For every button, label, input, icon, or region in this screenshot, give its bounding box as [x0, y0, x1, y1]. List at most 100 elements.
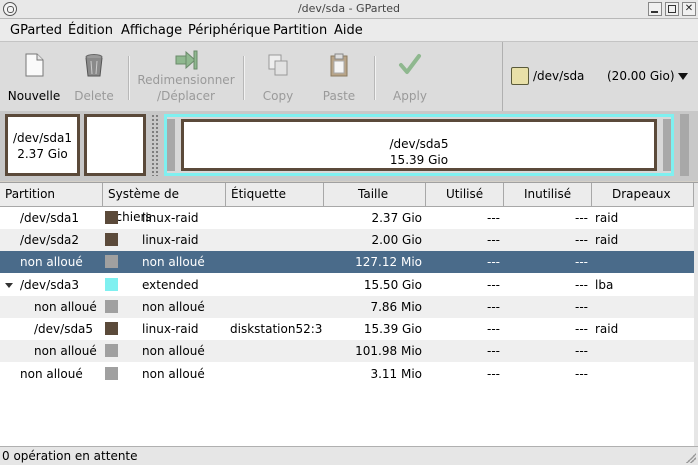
diskmap-unallocated[interactable] [151, 114, 159, 176]
cell-unused: --- [575, 344, 588, 358]
delete-button[interactable]: Delete [66, 42, 122, 111]
cell-unused: --- [575, 255, 588, 269]
table-row[interactable]: non alloué non alloué 3.11 Mio --- --- [0, 363, 694, 385]
column-unused[interactable]: Inutilisé [504, 183, 592, 206]
copy-icon [268, 54, 288, 76]
diskmap-sda5-size: 15.39 Gio [389, 153, 449, 167]
table-row[interactable]: /dev/sda5 linux-raid diskstation52:3 15.… [0, 318, 694, 340]
cell-used: --- [487, 344, 500, 358]
device-selector[interactable]: /dev/sda (20.00 Gio) [502, 42, 693, 111]
resize-move-label-1: Redimensionner [137, 73, 235, 87]
cell-flags: raid [595, 322, 619, 336]
menu-gparted[interactable]: GParted [10, 23, 62, 38]
column-label[interactable]: Étiquette [226, 183, 324, 206]
cell-unused: --- [575, 233, 588, 247]
delete-button-label: Delete [74, 89, 114, 103]
pending-operations-status: 0 opération en attente [2, 449, 138, 463]
menu-partition[interactable]: Partition [273, 23, 327, 38]
table-scrollbar[interactable] [694, 183, 698, 446]
column-size[interactable]: Taille [324, 183, 426, 206]
trash-icon [85, 54, 103, 77]
menu-peripherique[interactable]: Périphérique [188, 23, 270, 38]
collapse-triangle-icon[interactable] [5, 283, 13, 288]
close-icon[interactable]: ✕ [682, 2, 696, 16]
cell-partition: /dev/sda5 [34, 322, 94, 336]
table-row[interactable]: /dev/sda1 linux-raid 2.37 Gio --- --- ra… [0, 207, 694, 229]
device-size: (20.00 Gio) [607, 69, 675, 83]
diskmap-sda2[interactable] [84, 114, 146, 176]
menu-bar: GParted Édition Affichage Périphérique P… [0, 19, 698, 41]
disk-graphic: /dev/sda1 2.37 Gio /dev/sda5 15.39 Gio [0, 111, 698, 181]
cell-partition: /dev/sda2 [20, 233, 80, 247]
cell-used: --- [487, 255, 500, 269]
maximize-icon[interactable] [665, 2, 679, 16]
cell-filesystem: extended [142, 278, 199, 292]
column-used[interactable]: Utilisé [426, 183, 504, 206]
cell-used: --- [487, 233, 500, 247]
cell-unused: --- [575, 300, 588, 314]
dropdown-arrow-icon [678, 73, 688, 80]
copy-button-label: Copy [262, 89, 294, 103]
column-partition[interactable]: Partition [0, 183, 103, 206]
cell-used: --- [487, 322, 500, 336]
diskmap-sda1[interactable]: /dev/sda1 2.37 Gio [5, 114, 80, 176]
column-flags[interactable]: Drapeaux [592, 183, 694, 206]
resize-grip-icon[interactable] [686, 453, 696, 463]
table-row[interactable]: non alloué non alloué 7.86 Mio --- --- [0, 296, 694, 318]
new-file-icon [25, 53, 44, 77]
menu-aide[interactable]: Aide [334, 23, 363, 38]
copy-button[interactable]: Copy [250, 42, 306, 111]
diskmap-sda5[interactable]: /dev/sda5 15.39 Gio [181, 119, 657, 171]
resize-move-button[interactable]: Redimensionner /Déplacer [134, 42, 238, 111]
device-name: /dev/sda [533, 69, 585, 83]
cell-unused: --- [575, 322, 588, 336]
table-row-selected[interactable]: non alloué non alloué 127.12 Mio --- --- [0, 251, 694, 273]
paste-button[interactable]: Paste [311, 42, 367, 111]
cell-size: 2.00 Gio [371, 233, 422, 247]
cell-size: 101.98 Mio [355, 344, 422, 358]
diskmap-unallocated-tail[interactable] [680, 114, 689, 176]
cell-used: --- [487, 211, 500, 225]
cell-unused: --- [575, 211, 588, 225]
cell-unused: --- [575, 367, 588, 381]
cell-size: 127.12 Mio [355, 255, 422, 269]
column-filesystem[interactable]: Système de fichiers [103, 183, 226, 224]
cell-label: diskstation52:3 [230, 322, 323, 336]
minimize-icon[interactable] [648, 2, 662, 16]
table-row[interactable]: /dev/sda3 extended 15.50 Gio --- --- lba [0, 274, 694, 296]
cell-size: 3.11 Mio [370, 367, 422, 381]
cell-used: --- [487, 367, 500, 381]
table-row[interactable]: /dev/sda2 linux-raid 2.00 Gio --- --- ra… [0, 229, 694, 251]
diskmap-unallocated-small [167, 119, 175, 171]
fs-color-swatch [105, 278, 118, 291]
disk-icon [511, 67, 529, 85]
cell-partition: non alloué [34, 344, 97, 358]
table-header: Partition Système de fichiers Étiquette … [0, 183, 698, 224]
cell-used: --- [487, 300, 500, 314]
diskmap-unallocated-end [663, 119, 671, 171]
cell-size: 15.39 Gio [363, 322, 422, 336]
table-row[interactable]: non alloué non alloué 101.98 Mio --- --- [0, 340, 694, 362]
toolbar: Nouvelle Delete Redimensionner /Déplacer… [0, 41, 698, 112]
fs-color-swatch [105, 367, 118, 380]
partition-table: Partition Système de fichiers Étiquette … [0, 182, 698, 447]
new-button[interactable]: Nouvelle [4, 42, 64, 111]
menu-affichage[interactable]: Affichage [121, 23, 182, 38]
apply-button[interactable]: Apply [381, 42, 439, 111]
fs-color-swatch [105, 300, 118, 313]
title-bar: /dev/sda - GParted ✕ [0, 0, 698, 19]
fs-color-swatch [105, 255, 118, 268]
cell-size: 15.50 Gio [363, 278, 422, 292]
cell-filesystem: non alloué [142, 300, 205, 314]
cell-size: 7.86 Mio [370, 300, 422, 314]
cell-filesystem: linux-raid [142, 233, 199, 247]
diskmap-sda1-size: 2.37 Gio [17, 147, 68, 161]
cell-flags: raid [595, 233, 619, 247]
diskmap-sda3-extended[interactable]: /dev/sda5 15.39 Gio [164, 114, 674, 176]
cell-filesystem: non alloué [142, 344, 205, 358]
cell-partition: /dev/sda1 [20, 211, 80, 225]
cell-filesystem: linux-raid [142, 322, 199, 336]
resize-arrow-icon [175, 50, 198, 70]
paste-icon [330, 53, 348, 77]
menu-edition[interactable]: Édition [68, 23, 113, 38]
